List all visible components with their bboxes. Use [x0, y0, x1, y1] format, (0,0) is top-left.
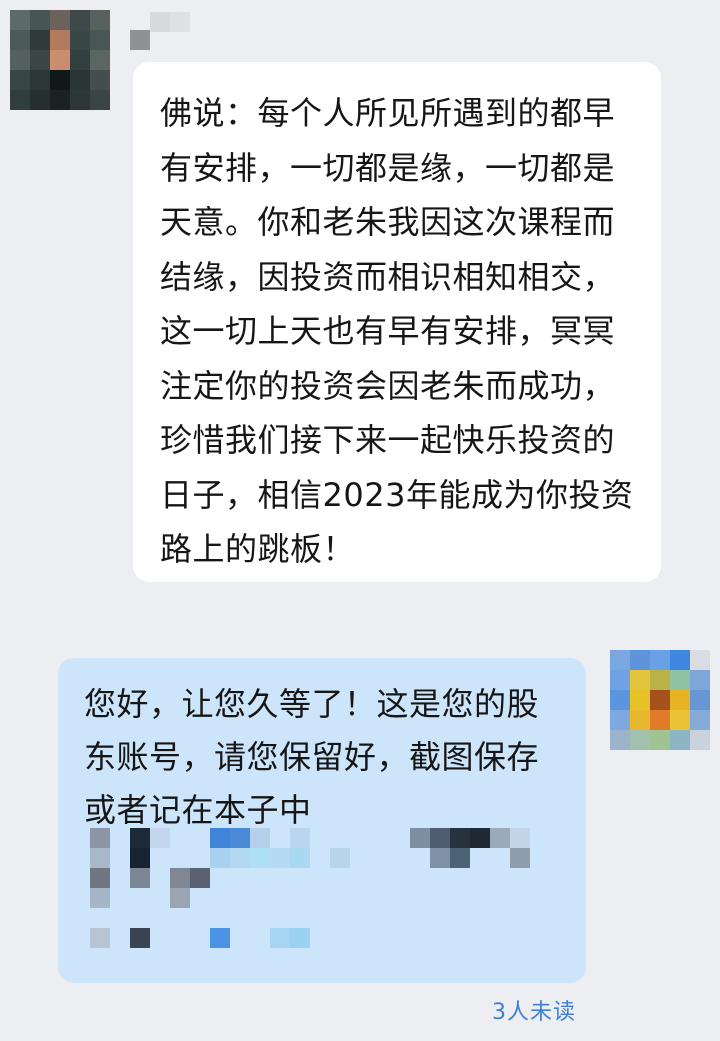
sender-name-redacted [130, 12, 190, 52]
avatar-mosaic-tile [50, 70, 70, 90]
avatar-mosaic-tile [650, 690, 670, 710]
avatar-mosaic-tile [670, 690, 690, 710]
avatar-mosaic-tile [690, 650, 710, 670]
incoming-message-text: 佛说：每个人所见所遇到的都早有安排，一切都是缘，一切都是天意。你和老朱我因这次课… [160, 94, 634, 568]
avatar-mosaic-tile [50, 50, 70, 70]
avatar-mosaic-tile [70, 30, 90, 50]
avatar-mosaic-tile [690, 670, 710, 690]
avatar-mosaic-tile [70, 50, 90, 70]
avatar-mosaic-tile [90, 70, 110, 90]
avatar-mosaic-tile [90, 10, 110, 30]
avatar-mosaic-tile [50, 30, 70, 50]
avatar-mosaic-tile [90, 30, 110, 50]
avatar-mosaic-tile [10, 50, 30, 70]
avatar-mosaic-tile [650, 670, 670, 690]
read-status-label[interactable]: 3人未读 [492, 994, 576, 1026]
avatar-mosaic-tile [70, 10, 90, 30]
avatar-mosaic-tile [690, 690, 710, 710]
avatar-mosaic-tile [630, 690, 650, 710]
contact-avatar[interactable] [10, 10, 110, 110]
avatar-mosaic-tile [90, 50, 110, 70]
avatar-mosaic-tile [690, 730, 710, 750]
avatar-mosaic-tile [630, 710, 650, 730]
avatar-mosaic-tile [670, 710, 690, 730]
avatar-mosaic-tile [30, 10, 50, 30]
avatar-mosaic-tile [30, 50, 50, 70]
avatar-mosaic-tile [630, 730, 650, 750]
avatar-mosaic-tile [650, 730, 670, 750]
avatar-mosaic-tile [30, 70, 50, 90]
avatar-mosaic-tile [90, 90, 110, 110]
avatar-mosaic-tile [10, 70, 30, 90]
avatar-mosaic-tile [630, 650, 650, 670]
avatar-mosaic-tile [610, 730, 630, 750]
avatar-mosaic-tile [610, 710, 630, 730]
avatar-mosaic-tile [70, 90, 90, 110]
outgoing-message-text: 您好，让您久等了！这是您的股东账号，请您保留好，截图保存或者记在本子中 [84, 685, 540, 829]
account-number-redacted [90, 828, 560, 963]
incoming-message-bubble[interactable]: 佛说：每个人所见所遇到的都早有安排，一切都是缘，一切都是天意。你和老朱我因这次课… [133, 62, 661, 582]
avatar-mosaic-tile [650, 710, 670, 730]
avatar-mosaic-tile [670, 670, 690, 690]
avatar-mosaic-tile [50, 10, 70, 30]
avatar-mosaic-tile [610, 670, 630, 690]
avatar-mosaic-tile [10, 30, 30, 50]
avatar-mosaic-tile [30, 30, 50, 50]
avatar-mosaic-tile [610, 690, 630, 710]
avatar-mosaic-tile [610, 650, 630, 670]
avatar-mosaic-tile [10, 90, 30, 110]
self-avatar[interactable] [610, 650, 710, 750]
avatar-mosaic-tile [30, 90, 50, 110]
avatar-mosaic-tile [10, 10, 30, 30]
avatar-mosaic-tile [690, 710, 710, 730]
avatar-mosaic-tile [630, 670, 650, 690]
avatar-mosaic-tile [70, 70, 90, 90]
avatar-mosaic-tile [650, 650, 670, 670]
avatar-mosaic-tile [670, 650, 690, 670]
avatar-mosaic-tile [50, 90, 70, 110]
avatar-mosaic-tile [670, 730, 690, 750]
